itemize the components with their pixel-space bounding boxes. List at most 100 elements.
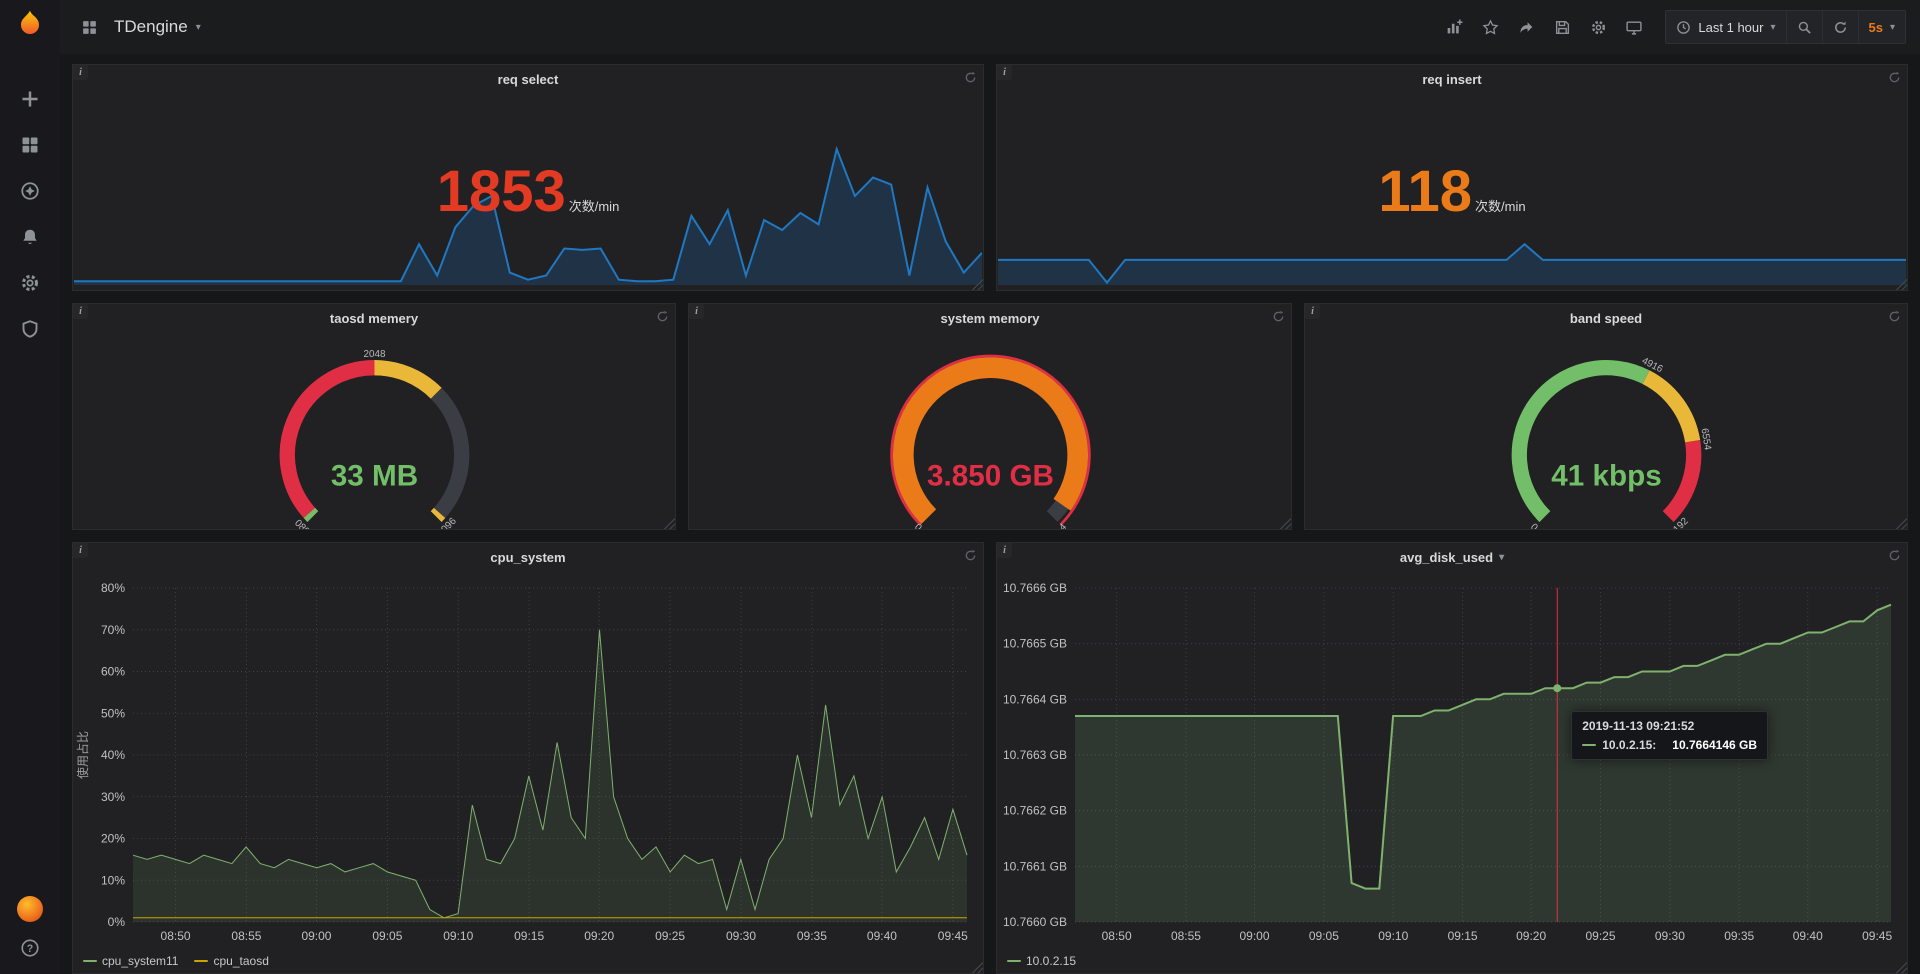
refresh-interval-picker[interactable]: 5s ▾ [1858, 11, 1906, 43]
svg-text:09:30: 09:30 [726, 929, 756, 943]
add-panel-icon [1445, 19, 1463, 36]
dashboard-picker-button[interactable] [74, 12, 104, 42]
grafana-logo[interactable] [14, 8, 46, 45]
svg-text:09:35: 09:35 [797, 929, 827, 943]
dashboard-grid: i req select 1853 次数/min i req insert [60, 54, 1920, 974]
time-range-label: Last 1 hour [1698, 20, 1763, 35]
tooltip-series-label: 10.0.2.15: [1602, 738, 1656, 752]
panel-info-icon[interactable]: i [73, 543, 88, 558]
legend-item[interactable]: cpu_taosd [194, 954, 268, 968]
legend-swatch [1007, 960, 1021, 962]
help-button[interactable]: ? [20, 938, 40, 958]
gear-icon [20, 273, 40, 293]
chevron-down-icon: ▾ [1890, 22, 1895, 33]
graph-legend: cpu_system11 cpu_taosd [83, 954, 269, 968]
monitor-icon [1625, 19, 1643, 36]
compass-icon [20, 181, 40, 201]
timeseries-chart[interactable]: 10.7660 GB10.7661 GB10.7662 GB10.7663 GB… [997, 571, 1907, 973]
legend-item[interactable]: 10.0.2.15 [1007, 954, 1076, 968]
svg-text:09:45: 09:45 [938, 929, 968, 943]
star-button[interactable] [1475, 12, 1505, 42]
svg-text:08:50: 08:50 [161, 929, 191, 943]
search-icon [1797, 20, 1812, 35]
svg-text:10.7662 GB: 10.7662 GB [1003, 804, 1067, 818]
svg-text:08:55: 08:55 [1171, 929, 1201, 943]
refresh-icon [1833, 20, 1848, 35]
svg-text:09:25: 09:25 [655, 929, 685, 943]
svg-text:10.7666 GB: 10.7666 GB [1003, 581, 1067, 595]
graph-tooltip: 2019-11-13 09:21:52 10.0.2.15: 10.766414… [1571, 711, 1768, 760]
panel-info-icon[interactable]: i [997, 65, 1012, 80]
time-range-picker[interactable]: Last 1 hour ▾ [1666, 11, 1785, 43]
shield-icon [20, 319, 40, 339]
legend-item[interactable]: cpu_system11 [83, 954, 178, 968]
panel-title[interactable]: system memory [689, 304, 1291, 332]
panel-info-icon[interactable]: i [689, 304, 704, 319]
server-admin-button[interactable] [20, 319, 40, 339]
dashboard-title-dropdown[interactable]: TDengine ▾ [114, 17, 201, 37]
refresh-button[interactable] [1822, 11, 1858, 43]
panel-info-icon[interactable]: i [73, 304, 88, 319]
legend-label: cpu_taosd [213, 954, 268, 968]
configuration-button[interactable] [20, 273, 40, 293]
zoom-out-button[interactable] [1786, 11, 1822, 43]
create-button[interactable] [20, 89, 40, 109]
gauge-chart: 043.850 GB [878, 347, 1103, 531]
svg-text:0: 0 [912, 521, 924, 530]
panel-title[interactable]: band speed [1305, 304, 1907, 332]
explore-button[interactable] [20, 181, 40, 201]
svg-text:33 MB: 33 MB [330, 459, 417, 492]
panel-title[interactable]: req select [73, 65, 983, 93]
tooltip-time: 2019-11-13 09:21:52 [1582, 719, 1757, 733]
save-button[interactable] [1547, 12, 1577, 42]
cycle-view-button[interactable] [1619, 12, 1649, 42]
dashboard-settings-button[interactable] [1583, 12, 1613, 42]
panel-title[interactable]: req insert [997, 65, 1907, 93]
svg-text:09:05: 09:05 [372, 929, 402, 943]
svg-text:09:15: 09:15 [514, 929, 544, 943]
alerting-button[interactable] [20, 227, 40, 247]
panel-req-insert: i req insert 118 次数/min [996, 64, 1908, 291]
tooltip-series: 10.0.2.15: 10.7664146 GB [1582, 738, 1757, 752]
svg-text:09:45: 09:45 [1862, 929, 1892, 943]
svg-text:40%: 40% [101, 748, 125, 762]
panel-info-icon[interactable]: i [997, 543, 1012, 558]
timeseries-chart[interactable]: 0%10%20%30%40%50%60%70%80%08:5008:5509:0… [73, 571, 983, 973]
save-icon [1554, 19, 1571, 36]
svg-text:30%: 30% [101, 790, 125, 804]
panel-info-icon[interactable]: i [1305, 304, 1320, 319]
share-button[interactable] [1511, 12, 1541, 42]
svg-text:09:10: 09:10 [443, 929, 473, 943]
dashboards-button[interactable] [20, 135, 40, 155]
panel-title[interactable]: avg_disk_used ▾ [997, 543, 1907, 571]
svg-text:50%: 50% [101, 706, 125, 720]
svg-text:60%: 60% [101, 665, 125, 679]
svg-text:0: 0 [1528, 521, 1540, 530]
svg-text:10.7661 GB: 10.7661 GB [1003, 859, 1067, 873]
panel-loading-icon [964, 549, 977, 562]
star-icon [1482, 19, 1499, 36]
sparkline-chart [998, 136, 1906, 286]
svg-text:3.850 GB: 3.850 GB [927, 459, 1054, 492]
legend-label: 10.0.2.15 [1026, 954, 1076, 968]
panel-title[interactable]: taosd memery [73, 304, 675, 332]
panel-cpu-system: i cpu_system 0%10%20%30%40%50%60%70%80%0… [72, 542, 984, 974]
add-panel-button[interactable] [1439, 12, 1469, 42]
svg-text:10.7660 GB: 10.7660 GB [1003, 915, 1067, 929]
panel-info-icon[interactable]: i [73, 65, 88, 80]
chevron-down-icon: ▾ [1499, 552, 1504, 563]
svg-text:使用占比: 使用占比 [75, 731, 90, 779]
svg-text:09:20: 09:20 [1516, 929, 1546, 943]
user-avatar[interactable] [17, 896, 43, 922]
panel-loading-icon [1888, 549, 1901, 562]
dashboard-title: TDengine [114, 17, 188, 37]
svg-text:08:50: 08:50 [1102, 929, 1132, 943]
panel-loading-icon [964, 71, 977, 84]
chevron-down-icon: ▾ [196, 22, 201, 33]
clock-icon [1676, 20, 1691, 35]
gear-icon [1590, 19, 1607, 36]
svg-text:0%: 0% [108, 915, 126, 929]
panel-req-select: i req select 1853 次数/min [72, 64, 984, 291]
panel-system-memory: i system memory 043.850 GB [688, 303, 1292, 530]
panel-title[interactable]: cpu_system [73, 543, 983, 571]
